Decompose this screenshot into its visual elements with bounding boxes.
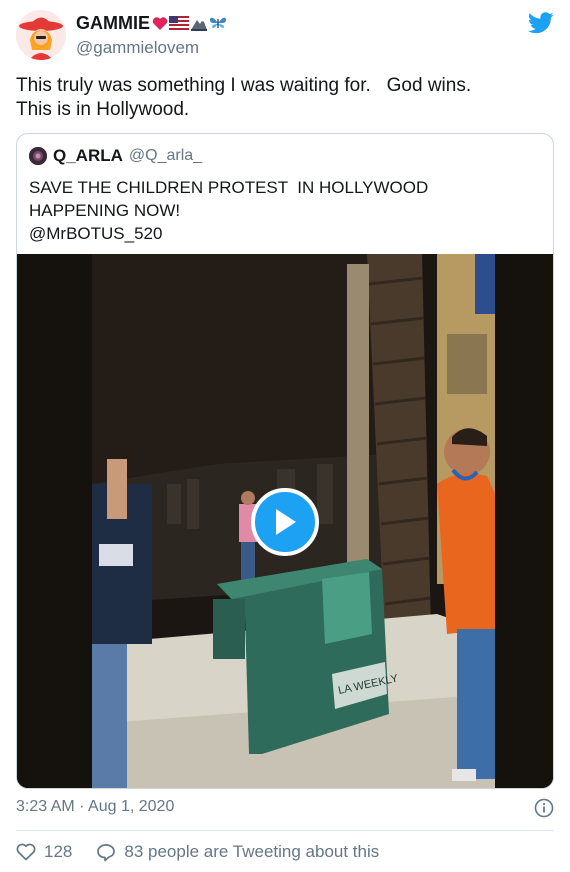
like-button[interactable]: 128	[16, 842, 96, 862]
quoted-tweet[interactable]: Q_ARLA @Q_arla_ SAVE THE CHILDREN PROTES…	[16, 133, 554, 789]
author-info: GAMMIE @gammielovem	[76, 12, 227, 58]
twitter-bird-icon[interactable]	[528, 12, 554, 34]
embedded-tweet: GAMMIE @gammielovem This truly was somet…	[0, 0, 570, 872]
quoted-author-avatar	[29, 147, 47, 165]
us-flag-emoji-icon	[169, 16, 189, 30]
quoted-author-name: Q_ARLA	[53, 146, 123, 165]
video-player[interactable]: LA WEEKLY	[17, 254, 553, 788]
tweeting-about-text: 83 people are Tweeting about this	[124, 842, 380, 861]
tweet-timestamp[interactable]: 3:23 AM · Aug 1, 2020	[16, 798, 174, 816]
quoted-author-handle: @Q_arla_	[128, 147, 203, 164]
info-icon[interactable]	[534, 798, 554, 818]
tweet-actions: 128 83 people are Tweeting about this	[16, 840, 379, 864]
heart-icon	[16, 843, 36, 861]
play-button[interactable]	[251, 488, 319, 556]
author-name-text: GAMMIE	[76, 12, 150, 33]
author-display-name[interactable]: GAMMIE	[76, 12, 227, 34]
name-emoji-group	[152, 15, 227, 31]
author-handle[interactable]: @gammielovem	[76, 38, 227, 58]
mountain-emoji-icon	[191, 19, 207, 31]
conversation-link[interactable]: 83 people are Tweeting about this	[96, 842, 379, 862]
divider	[16, 830, 554, 831]
play-icon	[276, 509, 296, 535]
speech-bubble-icon	[97, 843, 116, 861]
tweet-body-text: This truly was something I was waiting f…	[16, 75, 472, 120]
quoted-tweet-header: Q_ARLA @Q_arla_	[29, 146, 202, 166]
heart-emoji-icon	[152, 16, 168, 30]
like-count: 128	[44, 842, 73, 861]
author-avatar[interactable]	[16, 10, 66, 60]
butterfly-emoji-icon	[209, 17, 227, 28]
quoted-tweet-text: SAVE THE CHILDREN PROTEST IN HOLLYWOOD H…	[29, 178, 429, 243]
